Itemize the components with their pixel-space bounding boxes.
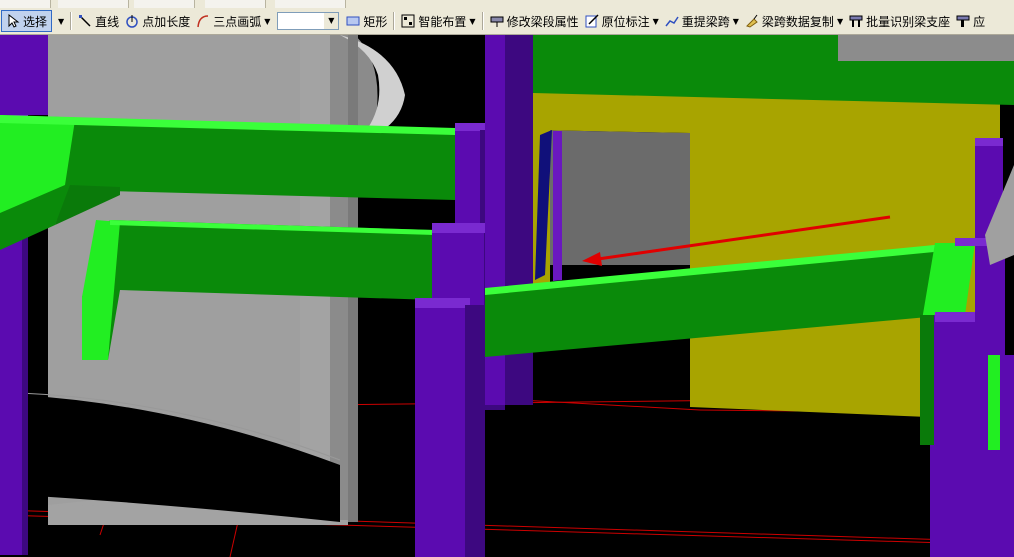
modify-beam-attr-button[interactable]: 修改梁段属性	[487, 10, 582, 32]
arc-label: 三点画弧	[213, 14, 262, 29]
toolbar-separator	[481, 12, 484, 30]
toolbar-separator	[393, 12, 396, 30]
rect-button[interactable]: 矩形	[343, 10, 390, 32]
arc-button[interactable]: 三点画弧 ▼	[193, 10, 273, 32]
cursor-icon	[6, 13, 20, 28]
copy-icon	[745, 14, 759, 28]
line-button[interactable]: 直线	[75, 10, 122, 32]
beam-attr-icon	[490, 14, 504, 28]
column-left	[0, 35, 48, 115]
point-length-button[interactable]: 点加长度	[122, 10, 193, 32]
batch-identify-label: 批量识别梁支座	[866, 14, 951, 29]
copy-span-data-label: 梁跨数据复制	[761, 14, 834, 29]
select-dropdown-arrow[interactable]: ▼	[52, 10, 67, 32]
rect-label: 矩形	[363, 14, 388, 29]
copy-span-data-button[interactable]: 梁跨数据复制 ▼	[742, 10, 846, 32]
smart-layout-button[interactable]: 智能布置 ▼	[398, 10, 478, 32]
3d-viewport[interactable]	[0, 35, 1014, 557]
original-annotation-button[interactable]: 原位标注 ▼	[582, 10, 662, 32]
back-wall-top-gray	[838, 35, 1014, 61]
smart-layout-icon	[401, 14, 415, 28]
line-icon	[78, 14, 92, 28]
point-length-icon	[125, 14, 139, 28]
3d-scene	[0, 35, 1014, 557]
support-icon	[956, 14, 970, 28]
original-annotation-label: 原位标注	[601, 14, 650, 29]
arc-icon	[196, 14, 210, 28]
overflow-label: 应	[973, 14, 986, 29]
line-label: 直线	[95, 14, 120, 29]
support-icon	[849, 14, 863, 28]
chevron-down-icon: ▼	[324, 13, 339, 29]
draw-toolbar: 选择 ▼ 直线 点加长度 三点画弧 ▼ ▼ 矩形 智能布置 ▼ 修改梁段属性 原…	[0, 8, 1014, 35]
arc-type-select[interactable]: ▼	[277, 12, 340, 30]
select-label: 选择	[23, 14, 48, 29]
point-length-label: 点加长度	[142, 14, 191, 29]
select-button[interactable]: 选择	[1, 10, 53, 32]
annotation-icon	[585, 14, 599, 28]
re-extract-span-button[interactable]: 重提梁跨 ▼	[662, 10, 742, 32]
smart-layout-label: 智能布置	[418, 14, 467, 29]
toolbar-separator	[70, 12, 73, 30]
span-icon	[665, 14, 679, 28]
rect-icon	[346, 14, 360, 28]
modify-beam-label: 修改梁段属性	[506, 14, 579, 29]
overflow-button[interactable]: 应	[953, 10, 988, 32]
re-extract-span-label: 重提梁跨	[681, 14, 730, 29]
batch-identify-support-button[interactable]: 批量识别梁支座	[846, 10, 953, 32]
